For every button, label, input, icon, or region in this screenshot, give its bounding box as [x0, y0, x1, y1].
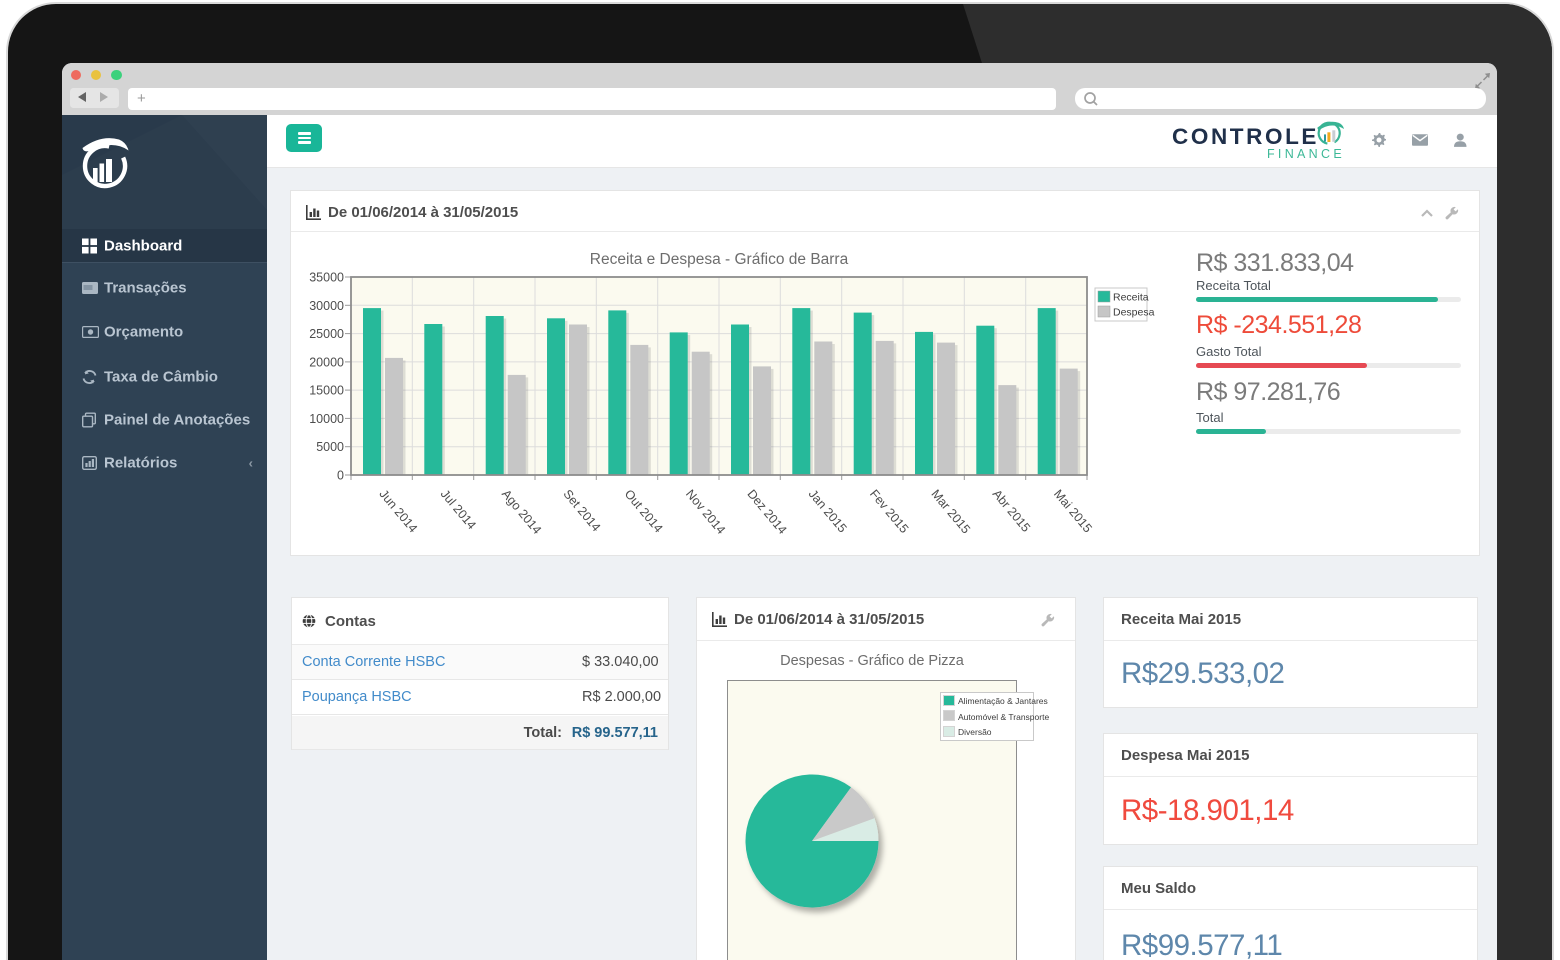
svg-text:Receita e Despesa - Gráfico de: Receita e Despesa - Gráfico de Barra: [590, 251, 849, 268]
svg-text:10000: 10000: [309, 412, 344, 426]
svg-text:Fev 2015: Fev 2015: [867, 487, 911, 536]
svg-text:Mar 2015: Mar 2015: [928, 487, 973, 536]
svg-text:30000: 30000: [309, 299, 344, 313]
svg-text:Jul 2014: Jul 2014: [438, 487, 479, 532]
svg-text:Out 2014: Out 2014: [622, 487, 666, 535]
svg-text:Despesa: Despesa: [1113, 307, 1155, 319]
svg-text:Abr 2015: Abr 2015: [990, 487, 1033, 535]
svg-text:Jun 2014: Jun 2014: [376, 487, 420, 535]
svg-text:0: 0: [337, 469, 344, 483]
svg-text:Mai 2015: Mai 2015: [1051, 487, 1095, 535]
svg-text:Dez 2014: Dez 2014: [744, 487, 789, 537]
svg-text:15000: 15000: [309, 384, 344, 398]
svg-text:Ago 2014: Ago 2014: [499, 487, 544, 537]
svg-text:Receita: Receita: [1113, 292, 1149, 304]
svg-text:25000: 25000: [309, 327, 344, 341]
svg-text:5000: 5000: [316, 440, 344, 454]
svg-text:35000: 35000: [309, 271, 344, 285]
svg-text:Nov 2014: Nov 2014: [683, 487, 728, 537]
svg-text:Jan 2015: Jan 2015: [806, 487, 850, 535]
svg-text:20000: 20000: [309, 355, 344, 369]
svg-text:Set 2014: Set 2014: [560, 487, 603, 534]
